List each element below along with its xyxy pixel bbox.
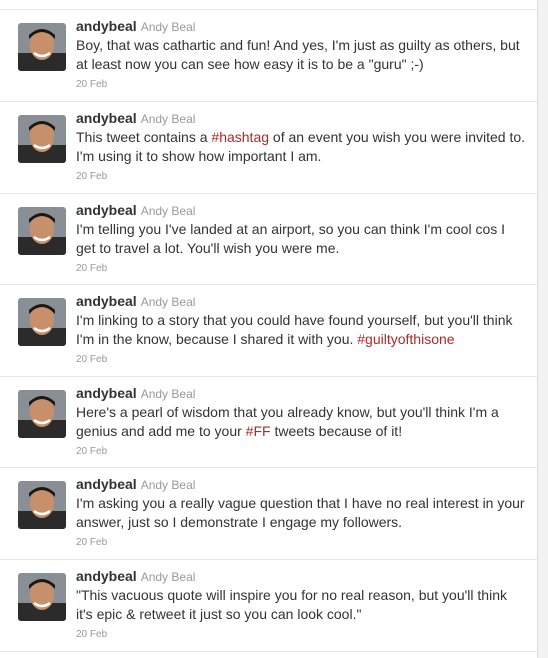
screen-name-link[interactable]: andybeal bbox=[76, 18, 137, 34]
screen-name-link[interactable]: andybeal bbox=[76, 293, 137, 309]
avatar[interactable] bbox=[18, 390, 66, 438]
hashtag-link[interactable]: #guiltyofthisone bbox=[357, 331, 454, 347]
avatar[interactable] bbox=[18, 481, 66, 529]
tweet-text: "This vacuous quote will inspire you for… bbox=[76, 586, 526, 624]
screen-name-link[interactable]: andybeal bbox=[76, 202, 137, 218]
avatar[interactable] bbox=[18, 23, 66, 71]
hashtag-link[interactable]: #FF bbox=[246, 423, 271, 439]
tweet-timestamp-link[interactable]: 20 Feb bbox=[76, 354, 107, 366]
tweet-item[interactable]: andybeal Andy Beal Boy, that was catharti… bbox=[0, 9, 537, 101]
full-name: Andy Beal bbox=[140, 387, 196, 401]
tweet-timestamp-link[interactable]: 20 Feb bbox=[76, 537, 107, 549]
tweet-text-part: I'm telling you I've landed at an airpor… bbox=[76, 221, 506, 256]
full-name: Andy Beal bbox=[140, 20, 196, 34]
avatar[interactable] bbox=[18, 115, 66, 163]
tweet-text: This tweet contains a #hashtag of an eve… bbox=[76, 128, 526, 166]
tweet-timestamp-link[interactable]: 20 Feb bbox=[76, 446, 107, 458]
tweet-text: Boy, that was cathartic and fun! And yes… bbox=[76, 36, 526, 74]
tweet-timestamp-link[interactable]: 20 Feb bbox=[76, 629, 107, 641]
tweet-item[interactable]: andybeal Andy Beal Here's a pearl of wisd… bbox=[0, 376, 537, 468]
tweet-text: I'm telling you I've landed at an airpor… bbox=[76, 220, 526, 258]
screen-name-link[interactable]: andybeal bbox=[76, 110, 137, 126]
tweet-text-part: Boy, that was cathartic and fun! And yes… bbox=[76, 37, 520, 72]
tweet-item[interactable]: andybeal Andy Beal I'm telling you I've l… bbox=[0, 193, 537, 285]
screen-name-link[interactable]: andybeal bbox=[76, 385, 137, 401]
hashtag-link[interactable]: #hashtag bbox=[211, 129, 269, 145]
tweet-item[interactable]: andybeal Andy Beal This tweet contains a … bbox=[0, 101, 537, 193]
tweet-timeline: andybeal Andy Beal Boy, that was catharti… bbox=[0, 0, 538, 658]
avatar[interactable] bbox=[18, 207, 66, 255]
tweet-text: I'm asking you a really vague question t… bbox=[76, 494, 526, 532]
tweet-text-part: tweets because of it! bbox=[270, 423, 403, 439]
avatar[interactable] bbox=[18, 573, 66, 621]
tweet-text: Here's a pearl of wisdom that you alread… bbox=[76, 403, 526, 441]
screen-name-link[interactable]: andybeal bbox=[76, 568, 137, 584]
tweet-item[interactable]: andybeal Andy Beal I'm asking you a reall… bbox=[0, 467, 537, 559]
avatar[interactable] bbox=[18, 298, 66, 346]
full-name: Andy Beal bbox=[140, 112, 196, 126]
full-name: Andy Beal bbox=[140, 570, 196, 584]
tweet-item[interactable]: andybeal Andy Beal "This vacuous quote wi… bbox=[0, 559, 537, 651]
scrollbar-track[interactable] bbox=[538, 0, 548, 658]
tweet-text: I'm linking to a story that you could ha… bbox=[76, 311, 526, 349]
tweet-item[interactable]: andybeal Andy Beal I'm linking to a story… bbox=[0, 284, 537, 376]
full-name: Andy Beal bbox=[140, 295, 196, 309]
tweet-text-part: "This vacuous quote will inspire you for… bbox=[76, 587, 507, 622]
full-name: Andy Beal bbox=[140, 478, 196, 492]
screen-name-link[interactable]: andybeal bbox=[76, 476, 137, 492]
tweet-timestamp-link[interactable]: 20 Feb bbox=[76, 263, 107, 275]
full-name: Andy Beal bbox=[140, 204, 196, 218]
tweet-item-partial bbox=[0, 651, 537, 658]
tweet-text-part: This tweet contains a bbox=[76, 129, 212, 145]
tweet-timestamp-link[interactable]: 20 Feb bbox=[76, 79, 107, 91]
tweet-text-part: I'm asking you a really vague question t… bbox=[76, 495, 525, 530]
tweet-timestamp-link[interactable]: 20 Feb bbox=[76, 171, 107, 183]
